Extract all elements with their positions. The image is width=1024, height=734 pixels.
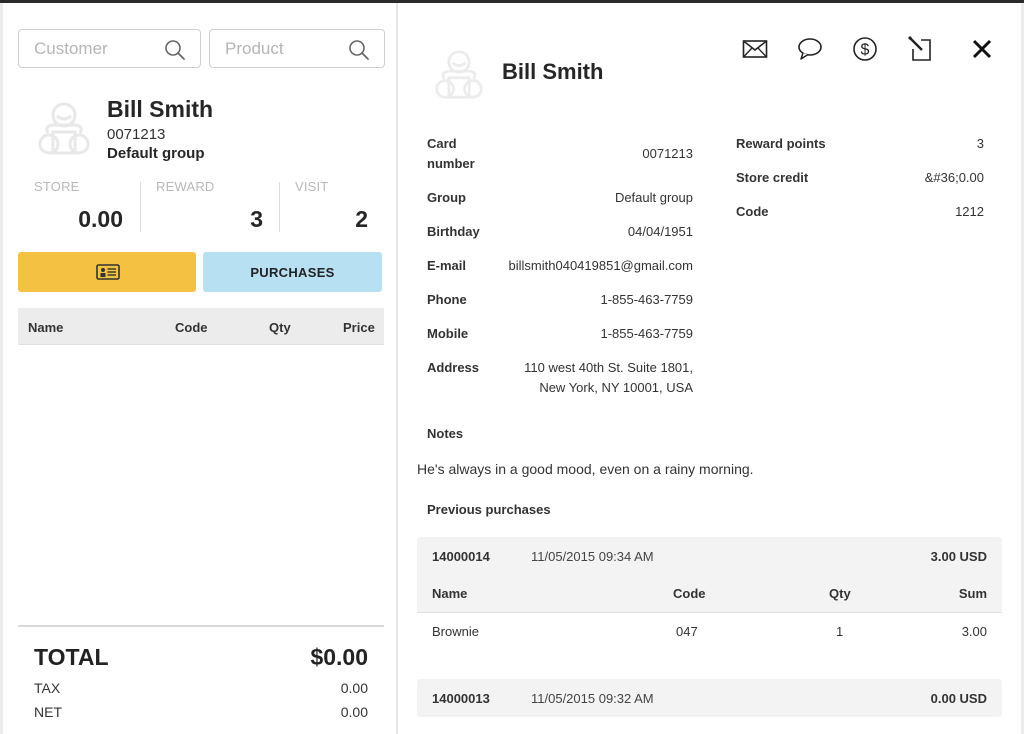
- product-search-input[interactable]: [225, 39, 345, 59]
- stat-store-label: STORE: [34, 179, 80, 194]
- detail-store-credit-label: Store credit: [736, 170, 809, 185]
- detail-address-label: Address: [427, 360, 480, 375]
- id-card-icon: [96, 264, 120, 280]
- email-button[interactable]: [740, 34, 770, 64]
- detail-reward-points-label: Reward points: [736, 136, 826, 151]
- purchase-total: 3.00 USD: [930, 549, 987, 564]
- purchase-item-row: Brownie 047 1 3.00: [417, 613, 1002, 649]
- close-icon: [972, 39, 992, 59]
- detail-address-line1: 110 west 40th St. Suite 1801,: [524, 360, 693, 375]
- svg-text:$: $: [861, 42, 870, 59]
- cart-col-name[interactable]: Name: [28, 320, 63, 335]
- baby-avatar-icon: [435, 50, 483, 99]
- previous-purchases-label: Previous purchases: [427, 502, 551, 517]
- detail-birthday-value: 04/04/1951: [627, 224, 693, 239]
- tax-label: TAX: [34, 680, 61, 696]
- search-icon[interactable]: [348, 39, 370, 61]
- pos-left-panel: Bill Smith 0071213 Default group STORE 0…: [3, 3, 396, 734]
- baby-avatar-icon: [38, 102, 90, 155]
- detail-reward-points-value: 3: [976, 136, 984, 151]
- notes-label: Notes: [427, 426, 464, 441]
- cart-table-header: Name Code Qty Price: [18, 308, 384, 345]
- purchase-id: 14000014: [432, 549, 490, 564]
- item-name: Brownie: [432, 624, 479, 639]
- customer-search-input[interactable]: [34, 39, 154, 59]
- search-icon[interactable]: [164, 39, 186, 61]
- purchase-date: 11/05/2015 09:32 AM: [531, 691, 654, 706]
- purchase-col-sum: Sum: [958, 586, 987, 601]
- customer-detail-panel: Bill Smith $ Card number 0071213 Group D…: [398, 3, 1021, 734]
- edit-button[interactable]: [905, 34, 935, 64]
- notes-text: He's always in a good mood, even on a ra…: [417, 461, 754, 477]
- message-button[interactable]: [795, 34, 825, 64]
- detail-email-value[interactable]: billsmith040419851@gmail.com: [509, 256, 693, 276]
- stat-store-value: 0.00: [78, 206, 123, 232]
- purchase-col-name: Name: [432, 586, 468, 601]
- purchase-id: 14000013: [432, 691, 490, 706]
- stat-divider: [279, 182, 280, 232]
- cart-col-price[interactable]: Price: [343, 320, 375, 335]
- detail-code-value: 1212: [955, 204, 984, 219]
- net-value: 0.00: [340, 704, 368, 720]
- customer-search-field[interactable]: [18, 29, 201, 68]
- customer-name: Bill Smith: [107, 96, 214, 122]
- stat-divider: [140, 182, 141, 232]
- purchases-button[interactable]: PURCHASES: [203, 252, 382, 292]
- total-value: $0.00: [310, 644, 368, 670]
- detail-group-value: Default group: [614, 190, 693, 205]
- purchase-card[interactable]: 14000013 11/05/2015 09:32 AM 0.00 USD: [417, 679, 1002, 717]
- purchase-total: 0.00 USD: [930, 691, 987, 706]
- total-label: TOTAL: [34, 644, 109, 670]
- detail-phone-value: 1-855-463-7759: [600, 292, 693, 307]
- product-search-field[interactable]: [209, 29, 385, 68]
- envelope-icon: [742, 40, 768, 58]
- detail-mobile-label: Mobile: [427, 326, 469, 341]
- detail-store-credit-value: &#36;0.00: [924, 170, 984, 185]
- stat-visit-value: 2: [355, 206, 368, 232]
- stat-visit-label: VISIT: [295, 179, 329, 194]
- customer-card-button[interactable]: [18, 252, 196, 292]
- purchase-col-qty: Qty: [829, 586, 851, 601]
- payment-button[interactable]: $: [850, 34, 880, 64]
- detail-phone-label: Phone: [427, 292, 467, 307]
- detail-card-number-label: Card number: [427, 136, 475, 171]
- purchase-items-header: Name Code Qty Sum: [417, 575, 1002, 613]
- detail-mobile-value: 1-855-463-7759: [600, 326, 693, 341]
- edit-pencil-icon: [908, 36, 931, 61]
- detail-customer-name: Bill Smith: [502, 59, 604, 84]
- cart-col-code[interactable]: Code: [175, 320, 208, 335]
- item-sum: 3.00: [961, 624, 987, 639]
- detail-card-number-value: 0071213: [642, 146, 693, 161]
- purchase-header[interactable]: 14000013 11/05/2015 09:32 AM 0.00 USD: [417, 679, 1002, 717]
- detail-birthday-label: Birthday: [427, 224, 480, 239]
- dollar-circle-icon: $: [853, 37, 877, 61]
- item-qty: 1: [836, 624, 844, 639]
- customer-group: Default group: [107, 145, 205, 162]
- detail-address-line2: New York, NY 10001, USA: [539, 380, 693, 395]
- stat-reward-label: REWARD: [156, 179, 215, 194]
- item-code: 047: [676, 624, 698, 639]
- detail-email-label: E-mail: [427, 258, 467, 273]
- totals-divider: [18, 625, 384, 627]
- speech-bubble-icon: [798, 38, 822, 60]
- cart-col-qty[interactable]: Qty: [269, 320, 291, 335]
- tax-value: 0.00: [340, 680, 368, 696]
- stat-reward-value: 3: [250, 206, 263, 232]
- purchase-header[interactable]: 14000014 11/05/2015 09:34 AM 3.00 USD: [417, 537, 1002, 575]
- customer-card-number: 0071213: [107, 126, 166, 143]
- detail-group-label: Group: [427, 190, 466, 205]
- purchase-card[interactable]: 14000014 11/05/2015 09:34 AM 3.00 USD Na…: [417, 537, 1002, 649]
- detail-code-label: Code: [736, 204, 769, 219]
- net-label: NET: [34, 704, 62, 720]
- close-button[interactable]: [967, 34, 997, 64]
- purchase-date: 11/05/2015 09:34 AM: [531, 549, 654, 564]
- purchase-col-code: Code: [673, 586, 706, 601]
